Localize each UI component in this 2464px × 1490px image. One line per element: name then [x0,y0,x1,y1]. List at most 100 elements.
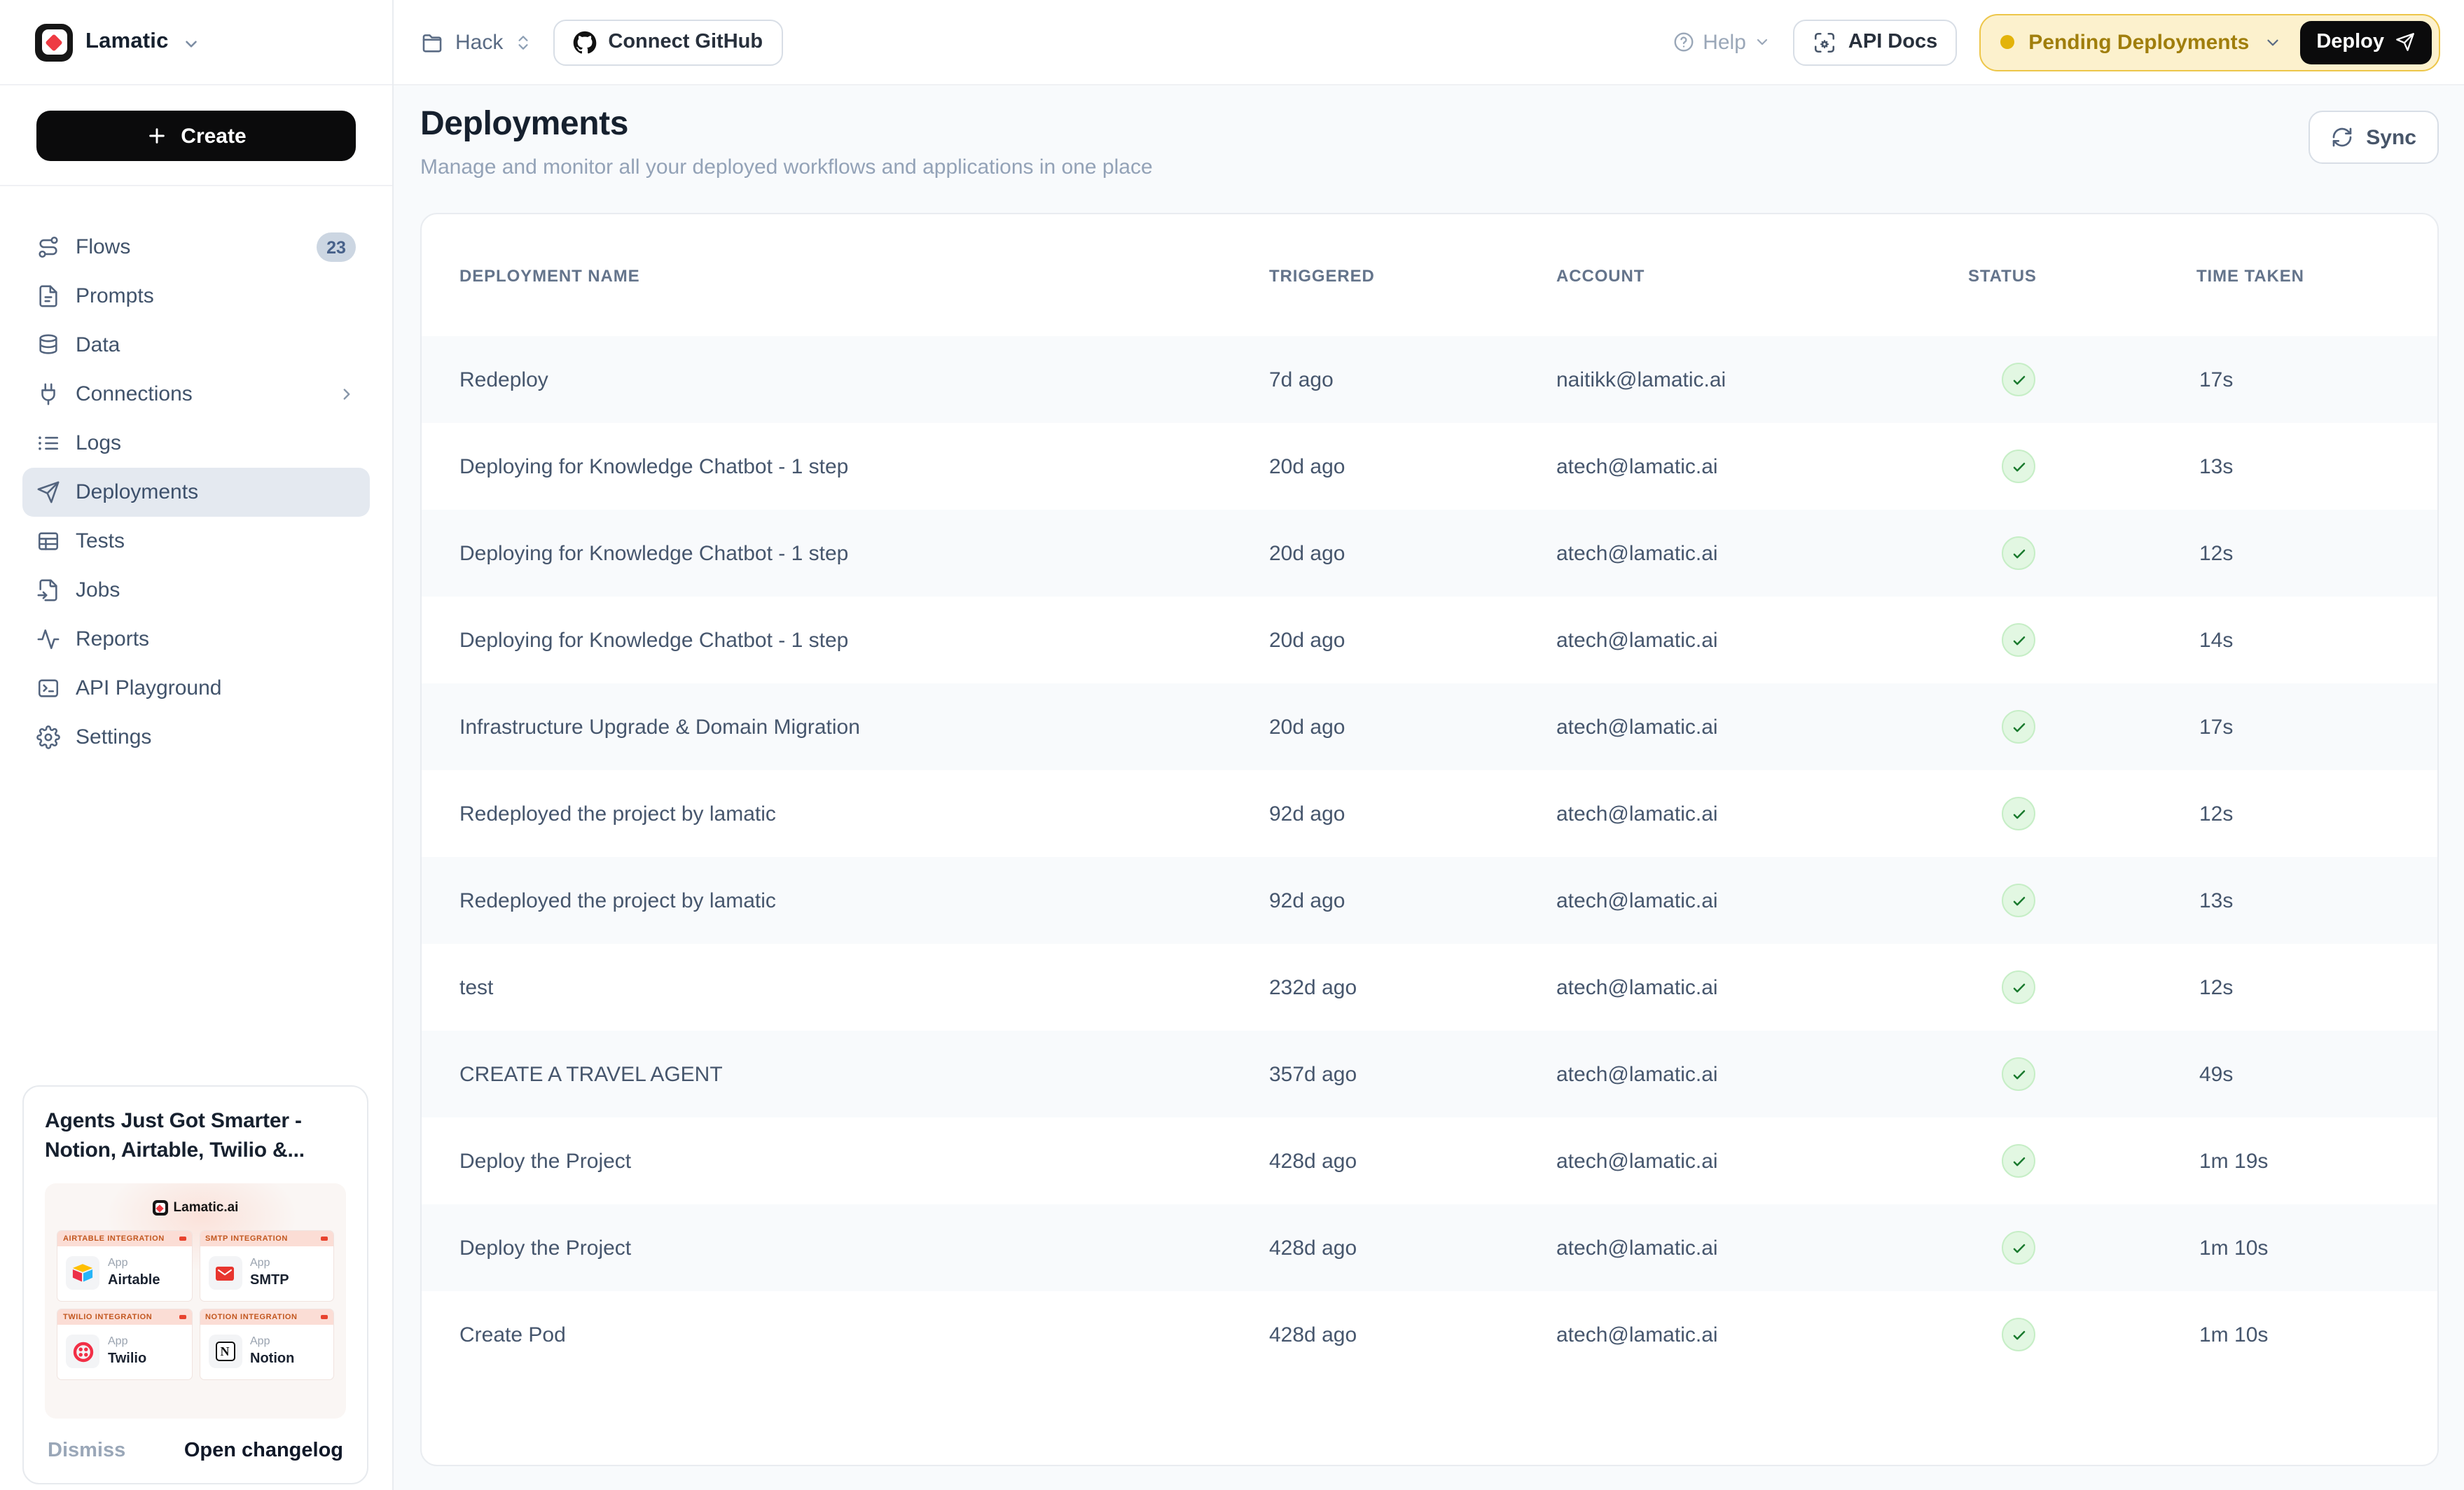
table-row[interactable]: Deploying for Knowledge Chatbot - 1 step… [422,423,2437,510]
account-cell: naitikk@lamatic.ai [1556,368,1968,391]
triggered-cell: 428d ago [1269,1236,1556,1260]
changelog-card: Agents Just Got Smarter - Notion, Airtab… [22,1085,368,1484]
api-playground-icon [36,676,60,700]
changelog-preview: Lamatic.ai AIRTABLE INTEGRATION App Airt… [45,1183,346,1419]
table-row[interactable]: Create Pod 428d ago atech@lamatic.ai 1m … [422,1291,2437,1378]
changelog-brand: Lamatic.ai [57,1200,333,1216]
deployments-table-card: DEPLOYMENT NAME TRIGGERED ACCOUNT STATUS… [420,213,2439,1466]
sidebar-item-data[interactable]: Data [22,321,370,370]
deploy-button[interactable]: Deploy [2299,20,2432,64]
deployment-name-cell: Deploying for Knowledge Chatbot - 1 step [459,541,1269,565]
status-cell [1968,1318,2196,1351]
deployment-name-cell: Create Pod [459,1323,1269,1346]
page-title: Deployments [420,105,1153,144]
sidebar-item-logs[interactable]: Logs [22,419,370,468]
time-taken-cell: 1m 10s [2196,1236,2400,1260]
time-taken-cell: 13s [2196,454,2400,478]
table-row[interactable]: Redeployed the project by lamatic 92d ag… [422,857,2437,944]
api-docs-button[interactable]: API Docs [1794,19,1957,65]
chevron-down-icon [1754,34,1771,50]
airtable-icon [66,1256,99,1290]
refresh-icon [2331,126,2353,148]
table-row[interactable]: test 232d ago atech@lamatic.ai 12s [422,944,2437,1031]
status-cell [1968,450,2196,483]
table-row[interactable]: Deploy the Project 428d ago atech@lamati… [422,1204,2437,1291]
triggered-cell: 92d ago [1269,889,1556,912]
create-button-label: Create [181,124,246,148]
time-taken-cell: 14s [2196,628,2400,652]
topbar: Hack Connect GitHub Help API Docs [394,0,2464,85]
help-menu[interactable]: Help [1672,30,1771,54]
sidebar-item-flows[interactable]: Flows 23 [22,223,370,272]
time-taken-cell: 12s [2196,975,2400,999]
sync-button[interactable]: Sync [2309,111,2439,164]
table-row[interactable]: Redeployed the project by lamatic 92d ag… [422,770,2437,857]
table-row[interactable]: CREATE A TRAVEL AGENT 357d ago atech@lam… [422,1031,2437,1118]
sidebar-item-reports[interactable]: Reports [22,615,370,664]
triggered-cell: 428d ago [1269,1149,1556,1173]
connections-icon [36,382,60,406]
sidebar-item-connections[interactable]: Connections [22,370,370,419]
time-taken-cell: 49s [2196,1062,2400,1086]
prompts-icon [36,284,60,308]
table-row[interactable]: Redeploy 7d ago naitikk@lamatic.ai 17s [422,336,2437,423]
table-row[interactable]: Infrastructure Upgrade & Domain Migratio… [422,683,2437,770]
sidebar-item-settings[interactable]: Settings [22,713,370,762]
chevrons-up-down-icon [514,33,532,51]
success-status-icon [2002,710,2035,744]
table-row[interactable]: Deploying for Knowledge Chatbot - 1 step… [422,597,2437,683]
account-cell: atech@lamatic.ai [1556,1062,1968,1086]
account-cell: atech@lamatic.ai [1556,1149,1968,1173]
main-area: Hack Connect GitHub Help API Docs [394,0,2464,1490]
workspace-selector[interactable]: Hack [420,30,532,54]
deployment-name-cell: test [459,975,1269,999]
deployments-page: Deployments Manage and monitor all your … [394,85,2464,1490]
status-cell [1968,1057,2196,1091]
connect-github-button[interactable]: Connect GitHub [553,19,782,65]
open-changelog-button[interactable]: Open changelog [184,1440,343,1462]
sidebar-item-tests[interactable]: Tests [22,517,370,566]
sidebar-item-prompts[interactable]: Prompts [22,272,370,321]
pending-deployments-dropdown[interactable]: Pending Deployments Deploy [1979,13,2440,71]
folder-icon [420,30,444,54]
account-cell: atech@lamatic.ai [1556,1323,1968,1346]
twilio-icon [66,1335,99,1368]
account-cell: atech@lamatic.ai [1556,1236,1968,1260]
sidebar-nav: Flows 23 Prompts Data Connections Logs [0,186,392,762]
success-status-icon [2002,363,2035,396]
app: Lamatic Create Flows 23 Prompts [0,0,2464,1490]
connect-github-label: Connect GitHub [608,31,763,53]
github-icon [573,30,597,54]
create-button[interactable]: Create [36,111,356,161]
jobs-icon [36,578,60,602]
reports-icon [36,627,60,651]
triggered-cell: 20d ago [1269,541,1556,565]
topbar-right: Help API Docs Pending Deployments Deploy [1672,13,2440,71]
time-taken-cell: 1m 10s [2196,1323,2400,1346]
sidebar-item-label: Reports [76,627,149,651]
brand-name: Lamatic [85,29,169,55]
sidebar-item-label: Prompts [76,284,154,308]
chevron-down-icon [183,34,201,53]
time-taken-cell: 12s [2196,802,2400,826]
success-status-icon [2002,1144,2035,1178]
sidebar-item-jobs[interactable]: Jobs [22,566,370,615]
workspace-name: Hack [455,30,503,54]
integration-cards: AIRTABLE INTEGRATION App Airtable [57,1231,333,1379]
account-cell: atech@lamatic.ai [1556,715,1968,739]
tests-icon [36,529,60,553]
table-row[interactable]: Deploy the Project 428d ago atech@lamati… [422,1118,2437,1204]
status-cell [1968,970,2196,1004]
dismiss-button[interactable]: Dismiss [48,1440,125,1462]
sidebar-item-deployments[interactable]: Deployments [22,468,370,517]
workspace-brand-switcher[interactable]: Lamatic [0,0,392,85]
deployment-name-cell: Deploying for Knowledge Chatbot - 1 step [459,628,1269,652]
data-icon [36,333,60,357]
triggered-cell: 232d ago [1269,975,1556,999]
triggered-cell: 20d ago [1269,454,1556,478]
mini-dot-icon [179,1237,186,1241]
table-row[interactable]: Deploying for Knowledge Chatbot - 1 step… [422,510,2437,597]
triggered-cell: 20d ago [1269,628,1556,652]
status-cell [1968,363,2196,396]
sidebar-item-api-playground[interactable]: API Playground [22,664,370,713]
